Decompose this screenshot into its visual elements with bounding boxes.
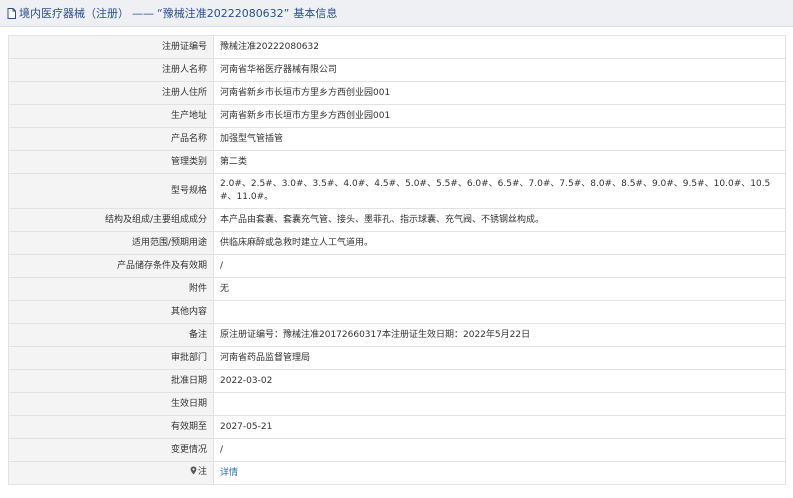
note-label-cell: 注	[8, 461, 214, 485]
row-value: 河南省华裕医疗器械有限公司	[213, 58, 786, 82]
row-value: 供临床麻醉或急救时建立人工气道用。	[213, 231, 786, 255]
breadcrumb-category: 境内医疗器械（注册）	[19, 7, 129, 20]
table-row: 管理类别 第二类	[8, 150, 786, 174]
table-row: 备注 原注册证编号：豫械注准20172660317本注册证生效日期：2022年5月…	[8, 323, 786, 347]
row-value: 河南省药品监督管理局	[213, 346, 786, 370]
row-value: 豫械注准20222080632	[213, 35, 786, 59]
header-suffix: 基本信息	[293, 7, 338, 20]
table-row: 生产地址 河南省新乡市长垣市方里乡方西创业园001	[8, 104, 786, 128]
table-row: 注册证编号 豫械注准20222080632	[8, 35, 786, 59]
breadcrumb-separator: ——	[132, 6, 154, 20]
note-row: 注 详情	[8, 461, 786, 485]
row-label: 审批部门	[8, 346, 214, 370]
row-value	[213, 392, 786, 416]
table-row: 产品名称 加强型气管插管	[8, 127, 786, 151]
details-link[interactable]: 详情	[220, 468, 238, 478]
row-label: 生效日期	[8, 392, 214, 416]
row-label: 有效期至	[8, 415, 214, 439]
row-value: 河南省新乡市长垣市方里乡方西创业园001	[213, 81, 786, 105]
table-row: 注册人名称 河南省华裕医疗器械有限公司	[8, 58, 786, 82]
row-value: 本产品由套囊、套囊充气管、接头、墨菲孔、指示球囊、充气阀、不锈钢丝构成。	[213, 208, 786, 232]
row-label: 备注	[8, 323, 214, 347]
info-table: 注册证编号 豫械注准20222080632 注册人名称 河南省华裕医疗器械有限公司 …	[8, 35, 786, 485]
row-value: 加强型气管插管	[213, 127, 786, 151]
row-value: 河南省新乡市长垣市方里乡方西创业园001	[213, 104, 786, 128]
table-row: 型号规格 2.0#、2.5#、3.0#、3.5#、4.0#、4.5#、5.0#、5…	[8, 173, 786, 209]
row-label: 变更情况	[8, 438, 214, 462]
row-value: /	[213, 254, 786, 278]
row-label: 型号规格	[8, 173, 214, 209]
row-label: 适用范围/预期用途	[8, 231, 214, 255]
row-label: 注册人名称	[8, 58, 214, 82]
table-row: 注册人住所 河南省新乡市长垣市方里乡方西创业园001	[8, 81, 786, 105]
table-row: 结构及组成/主要组成成分 本产品由套囊、套囊充气管、接头、墨菲孔、指示球囊、充气阀…	[8, 208, 786, 232]
table-row: 变更情况 /	[8, 438, 786, 462]
table-row: 产品储存条件及有效期 /	[8, 254, 786, 278]
row-label: 产品储存条件及有效期	[8, 254, 214, 278]
row-value: /	[213, 438, 786, 462]
row-value: 原注册证编号：豫械注准20172660317本注册证生效日期：2022年5月22…	[213, 323, 786, 347]
table-row: 生效日期	[8, 392, 786, 416]
table-row: 有效期至 2027-05-21	[8, 415, 786, 439]
note-value-cell: 详情	[213, 461, 786, 485]
row-label: 其他内容	[8, 300, 214, 324]
row-label: 生产地址	[8, 104, 214, 128]
table-row: 批准日期 2022-03-02	[8, 369, 786, 393]
note-label: 注	[197, 467, 207, 477]
table-row: 审批部门 河南省药品监督管理局	[8, 346, 786, 370]
row-value: 2022-03-02	[213, 369, 786, 393]
document-icon	[7, 7, 16, 19]
row-label: 结构及组成/主要组成成分	[8, 208, 214, 232]
row-label: 附件	[8, 277, 214, 301]
table-row: 其他内容	[8, 300, 786, 324]
row-value: 2027-05-21	[213, 415, 786, 439]
row-label: 注册人住所	[8, 81, 214, 105]
row-label: 产品名称	[8, 127, 214, 151]
row-value: 2.0#、2.5#、3.0#、3.5#、4.0#、4.5#、5.0#、5.5#、…	[213, 173, 786, 209]
row-value: 无	[213, 277, 786, 301]
row-label: 批准日期	[8, 369, 214, 393]
row-value: 第二类	[213, 150, 786, 174]
page-header: 境内医疗器械（注册） —— “豫械注准20222080632” 基本信息	[0, 0, 793, 27]
table-row: 附件无	[8, 277, 786, 301]
table-row: 适用范围/预期用途 供临床麻醉或急救时建立人工气道用。	[8, 231, 786, 255]
row-label: 管理类别	[8, 150, 214, 174]
row-value	[213, 300, 786, 324]
record-title: “豫械注准20222080632”	[157, 7, 290, 20]
row-label: 注册证编号	[8, 35, 214, 59]
location-pin-icon	[190, 466, 197, 480]
